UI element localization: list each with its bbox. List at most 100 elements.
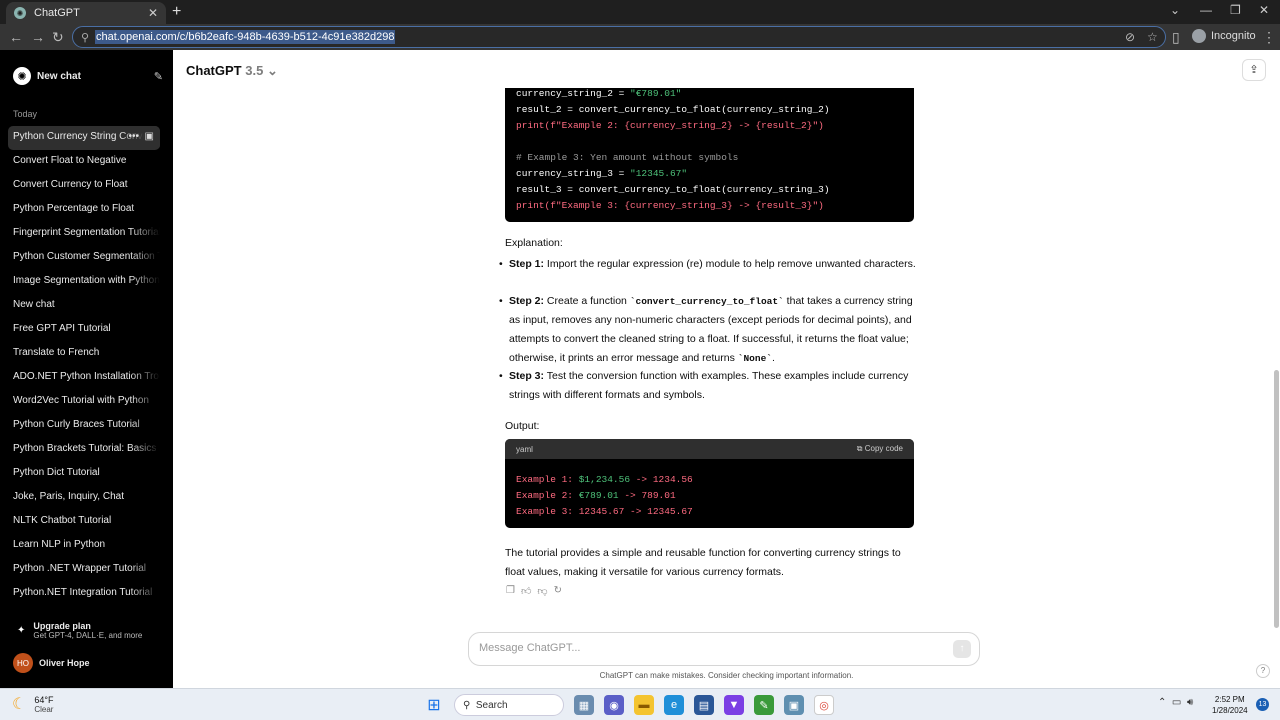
system-tray-icons[interactable]: ⌃ ▭ 🔊︎ xyxy=(1158,697,1193,708)
copy-icon[interactable]: ❐ xyxy=(506,585,515,597)
forward-icon[interactable]: → xyxy=(31,29,45,45)
chrome-icon[interactable]: ◎ xyxy=(814,695,834,715)
close-tab-icon[interactable]: ✕ xyxy=(148,6,158,20)
chat-item[interactable]: Fingerprint Segmentation Tutorial xyxy=(8,222,160,246)
store-icon[interactable]: ▤ xyxy=(694,695,714,715)
chat-item[interactable]: NLTK Chatbot Tutorial xyxy=(8,510,160,534)
code-key: Example 1: xyxy=(516,474,579,485)
chat-item[interactable]: Word2Vec Tutorial with Python xyxy=(8,390,160,414)
windows-start-icon[interactable]: ⊞ xyxy=(424,695,444,715)
chat-item[interactable]: Convert Float to Negative xyxy=(8,150,160,174)
chat-item[interactable]: Image Segmentation with Python xyxy=(8,270,160,294)
browser-tab[interactable]: ✺ ChatGPT ✕ xyxy=(6,2,166,24)
code-line: Example 3: 12345.67 -> 12345.67 xyxy=(516,506,693,517)
chat-item-label: Learn NLP in Python xyxy=(13,539,106,550)
edge-browser-icon[interactable]: e xyxy=(664,695,684,715)
thumbs-up-icon[interactable]: 👍︎ xyxy=(521,585,531,597)
taskbar-apps: ⊞ ⚲ Search ▦ ◉ ▬ e ▤ ▼ ✎ ▣ ◎ xyxy=(424,694,834,716)
code-keyword: print xyxy=(516,120,545,131)
share-icon: ⇪ xyxy=(1249,64,1259,76)
chat-item[interactable]: ADO.NET Python Installation Trouble xyxy=(8,366,160,390)
app-icon[interactable]: ▼ xyxy=(724,695,744,715)
thumbs-down-icon[interactable]: 👎︎ xyxy=(537,585,547,597)
restore-icon[interactable]: ❐ xyxy=(1230,3,1241,17)
minimize-icon[interactable]: — xyxy=(1200,3,1212,17)
bullet-dot: • xyxy=(499,258,503,270)
fade-overlay xyxy=(130,366,160,388)
chat-item[interactable]: Free GPT API Tutorial xyxy=(8,318,160,342)
send-button[interactable]: ↑ xyxy=(953,640,971,658)
weather-widget[interactable]: ☾ 64°F Clear xyxy=(12,694,53,714)
fade-overlay xyxy=(130,438,160,460)
chat-item[interactable]: Python Curly Braces Tutorial xyxy=(8,414,160,438)
taskbar-search[interactable]: ⚲ Search xyxy=(454,694,564,716)
code-header: yaml ⧉ Copy code xyxy=(505,439,914,459)
incognito-label: Incognito xyxy=(1211,30,1256,42)
new-chat-button[interactable]: ✺ New chat ✎ xyxy=(13,66,163,86)
regenerate-icon[interactable]: ↻ xyxy=(554,585,562,597)
app-window-icon[interactable]: ▣ xyxy=(784,695,804,715)
chat-item-label: NLTK Chatbot Tutorial xyxy=(13,515,112,526)
code-string: "12345.67" xyxy=(630,168,688,179)
address-bar[interactable]: ⚲ chat.openai.com/c/b6b2eafc-948b-4639-b… xyxy=(72,26,1166,48)
list-item: • Step 3: Test the conversion function w… xyxy=(499,367,919,405)
browser-menu-icon[interactable]: ⋮ xyxy=(1262,29,1276,46)
weather-condition: Clear xyxy=(34,704,54,714)
file-explorer-icon[interactable]: ▬ xyxy=(634,695,654,715)
bookmark-star-icon[interactable]: ☆ xyxy=(1147,30,1158,44)
bullet-dot: • xyxy=(499,370,503,382)
close-window-icon[interactable]: ✕ xyxy=(1259,3,1269,17)
chat-item[interactable]: Joke, Paris, Inquiry, Chat xyxy=(8,486,160,510)
notepad-icon[interactable]: ✎ xyxy=(754,695,774,715)
message-input[interactable] xyxy=(479,642,939,654)
chat-item[interactable]: Python Customer Segmentation Tutorial xyxy=(8,246,160,270)
widgets-icon[interactable]: ▦ xyxy=(574,695,594,715)
back-icon[interactable]: ← xyxy=(9,29,23,45)
site-info-icon[interactable]: ⚲ xyxy=(81,31,89,44)
new-tab-icon[interactable]: + xyxy=(172,3,181,21)
scrollbar-thumb[interactable] xyxy=(1274,370,1279,628)
chat-item[interactable]: Python .NET Wrapper Tutorial xyxy=(8,558,160,582)
help-button[interactable]: ? xyxy=(1256,664,1270,678)
chat-item[interactable]: Translate to French xyxy=(8,342,160,366)
side-panel-icon[interactable]: ▯ xyxy=(1172,29,1180,46)
archive-icon[interactable]: ▣ xyxy=(145,131,154,142)
fade-overlay xyxy=(130,414,160,436)
chat-item[interactable]: Python.NET Integration Tutorial xyxy=(8,582,160,606)
code-value: 12345.67 xyxy=(578,506,625,517)
chat-item-label: Python Dict Tutorial xyxy=(13,467,100,478)
code-key: Example 3: xyxy=(516,506,579,517)
model-selector[interactable]: ChatGPT 3.5 ⌄ xyxy=(186,63,278,79)
model-version: 3.5 xyxy=(245,63,264,78)
fade-overlay xyxy=(130,246,160,268)
user-menu[interactable]: HO Oliver Hope xyxy=(13,653,90,673)
incognito-indicator[interactable]: Incognito xyxy=(1192,29,1256,43)
no-tracking-icon[interactable]: ⊘ xyxy=(1125,30,1135,44)
chat-item[interactable]: Python Percentage to Float xyxy=(8,198,160,222)
chat-item[interactable]: Learn NLP in Python xyxy=(8,534,160,558)
chat-item[interactable]: Python Brackets Tutorial: Basics xyxy=(8,438,160,462)
share-button[interactable]: ⇪ xyxy=(1242,59,1266,81)
code-string: (f"Example 3: {currency_string_3} -> {re… xyxy=(544,200,824,211)
url-text[interactable]: chat.openai.com/c/b6b2eafc-948b-4639-b51… xyxy=(95,30,396,44)
copy-code-button[interactable]: ⧉ Copy code xyxy=(857,444,903,454)
code-line: Example 1: $1,234.56 -> 1234.56 xyxy=(516,474,693,485)
tab-title: ChatGPT xyxy=(34,7,80,19)
chat-item-active[interactable]: Python Currency String Conversion ••• ▣ xyxy=(8,126,160,150)
clock[interactable]: 2:52 PM 1/28/2024 xyxy=(1212,694,1248,716)
teams-chat-icon[interactable]: ◉ xyxy=(604,695,624,715)
fade-overlay xyxy=(130,342,160,364)
upgrade-plan-button[interactable]: ✦ Upgrade plan Get GPT-4, DALL·E, and mo… xyxy=(13,621,142,640)
more-options-icon[interactable]: ••• xyxy=(128,131,139,142)
chat-item-label: Python Curly Braces Tutorial xyxy=(13,419,140,430)
chat-item[interactable]: New chat xyxy=(8,294,160,318)
copy-code-label: Copy code xyxy=(864,444,903,453)
scrollbar[interactable] xyxy=(1273,50,1280,688)
chat-item[interactable]: Convert Currency to Float xyxy=(8,174,160,198)
chat-item[interactable]: Python Dict Tutorial xyxy=(8,462,160,486)
compose-icon[interactable]: ✎ xyxy=(154,70,163,83)
code-text: currency_string_2 = xyxy=(516,88,631,99)
notification-badge[interactable]: 13 xyxy=(1256,698,1269,711)
reload-icon[interactable]: ↻ xyxy=(52,29,64,46)
tab-search-icon[interactable]: ⌄ xyxy=(1170,3,1180,17)
